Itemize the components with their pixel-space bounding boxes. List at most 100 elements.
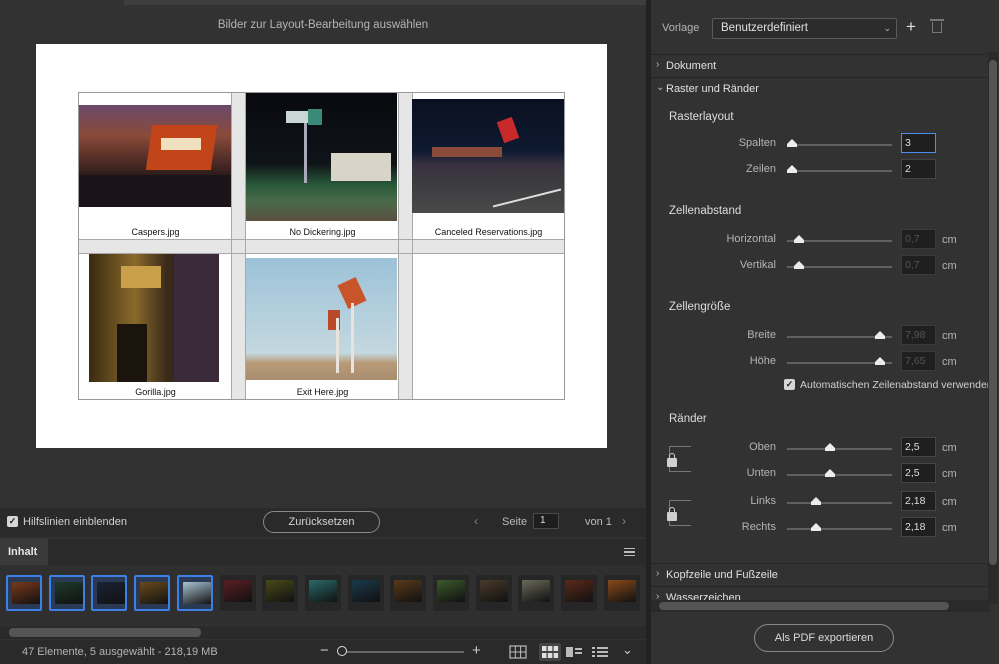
filmstrip-thumbnail[interactable] [390,575,427,611]
filmstrip-thumbnail[interactable] [262,575,299,611]
filmstrip-thumbnail[interactable] [603,575,640,611]
lock-icon[interactable] [667,453,677,467]
zeilen-input[interactable]: 2 [901,159,936,179]
spalten-slider-knob[interactable] [787,139,797,147]
hoehe-slider-knob[interactable] [875,357,886,365]
scrollbar-thumb[interactable] [9,628,201,637]
vertikal-slider-knob[interactable] [793,261,804,269]
rechts-slider-knob[interactable] [810,523,821,531]
section-raster[interactable]: ⌄ Raster und Ränder [651,77,989,99]
panel-horizontal-scrollbar[interactable] [651,600,989,612]
cell-caption: No Dickering.jpg [289,227,356,237]
section-dokument[interactable]: › Dokument [651,54,989,76]
photo-shape [331,153,391,181]
guide-line [79,239,564,240]
vorlage-label: Vorlage [662,22,700,34]
zeilen-slider[interactable] [787,170,892,172]
photo-shape [286,111,310,123]
photo-exit-here [246,258,397,380]
thumbnail-image [54,582,83,604]
vertikal-input[interactable]: 0,7 [901,255,936,275]
zellengroesse-heading: Zellengröße [669,301,731,313]
breite-slider-knob[interactable] [875,331,886,339]
grid-cell[interactable]: Gorilla.jpg [79,254,232,399]
scrollbar-thumb[interactable] [659,602,949,610]
links-slider[interactable] [787,502,892,504]
grid-cell[interactable]: Caspers.jpg [79,93,232,239]
auto-spacing-checkbox[interactable]: ✓ [784,379,795,390]
add-icon[interactable]: + [906,18,916,35]
filmstrip-thumbnail[interactable] [6,575,42,611]
layout-grid: Caspers.jpg No Dickering.jpg Canceled Re… [78,92,565,400]
photo-shape [308,109,322,125]
thumbnail-image [308,580,337,602]
grid-small-view-icon[interactable] [507,643,529,661]
filmstrip-thumbnail[interactable] [561,575,598,611]
filmstrip-scrollbar[interactable] [0,626,646,639]
chevron-down-icon[interactable]: ⌄ [622,642,633,658]
chevron-right-icon[interactable]: › [622,514,626,528]
filmstrip-thumbnail[interactable] [176,575,213,611]
spalten-slider[interactable] [787,144,892,146]
breite-input[interactable]: 7,98 [901,325,936,345]
filmstrip-thumbnail[interactable] [304,575,341,611]
spalten-input[interactable]: 3 [901,133,936,153]
unit-label: cm [942,330,957,342]
filmstrip-thumbnail[interactable] [433,575,469,611]
detail-view-icon[interactable] [563,643,585,661]
chevron-down-icon: ⌄ [883,23,891,33]
horizontal-input[interactable]: 0,7 [901,229,936,249]
horizontal-slider-knob[interactable] [793,235,804,243]
filmstrip-thumbnail[interactable] [48,575,85,611]
panel-vertical-scrollbar[interactable] [988,52,998,604]
rechts-slider[interactable] [787,528,892,530]
trash-icon[interactable] [930,19,944,33]
export-pdf-button[interactable]: Als PDF exportieren [754,624,894,652]
filmstrip-thumbnail[interactable] [91,575,128,611]
tab-inhalt[interactable]: Inhalt [0,539,48,565]
unten-input[interactable]: 2,5 [901,463,936,483]
filmstrip [0,565,646,625]
links-slider-knob[interactable] [810,497,821,505]
auto-spacing-label: Automatischen Zeilenabstand verwenden [800,379,993,391]
grid-cell[interactable]: Canceled Reservations.jpg [412,93,565,239]
grid-large-view-icon[interactable] [539,643,561,661]
reset-button[interactable]: Zurücksetzen [263,511,380,533]
filmstrip-thumbnail[interactable] [347,575,384,611]
hoehe-input[interactable]: 7,65 [901,351,936,371]
vorlage-select[interactable]: Benutzerdefiniert ⌄ [712,18,897,39]
filmstrip-thumbnail[interactable] [475,575,512,611]
chevron-left-icon[interactable]: ‹ [474,514,478,528]
page-preview[interactable]: Caspers.jpg No Dickering.jpg Canceled Re… [36,44,607,448]
filmstrip-thumbnail[interactable] [219,575,256,611]
unten-slider[interactable] [787,474,892,476]
grid-cell[interactable]: Exit Here.jpg [246,254,399,399]
zeilen-slider-knob[interactable] [787,165,797,173]
scrollbar-thumb[interactable] [989,60,997,565]
zoom-in-icon[interactable]: + [472,642,481,659]
unten-label: Unten [746,467,776,479]
list-view-icon[interactable] [589,643,611,661]
unten-slider-knob[interactable] [825,469,835,477]
links-input[interactable]: 2,18 [901,491,936,511]
zoom-slider-knob[interactable] [337,646,347,656]
oben-input[interactable]: 2,5 [901,437,936,457]
filmstrip-thumbnail[interactable] [134,575,171,611]
rechts-input[interactable]: 2,18 [901,517,936,537]
photo-shape [174,254,219,382]
thumbnail-image [97,582,126,604]
oben-slider-knob[interactable] [825,443,835,451]
filmstrip-thumbnail[interactable] [518,575,555,611]
zoom-slider[interactable] [340,651,464,653]
grid-cell[interactable]: No Dickering.jpg [246,93,399,239]
section-kopfzeile[interactable]: › Kopfzeile und Fußzeile [651,563,989,585]
guides-checkbox[interactable]: ✓ [7,516,18,527]
page-number-input[interactable]: 1 [533,513,559,529]
photo-shape [79,175,231,207]
hamburger-menu-icon[interactable] [624,548,635,556]
grid-small-glyph [509,645,527,659]
photo-no-dickering [246,93,397,221]
oben-slider[interactable] [787,448,892,450]
zoom-out-icon[interactable]: − [320,642,329,659]
lock-icon[interactable] [667,507,677,521]
